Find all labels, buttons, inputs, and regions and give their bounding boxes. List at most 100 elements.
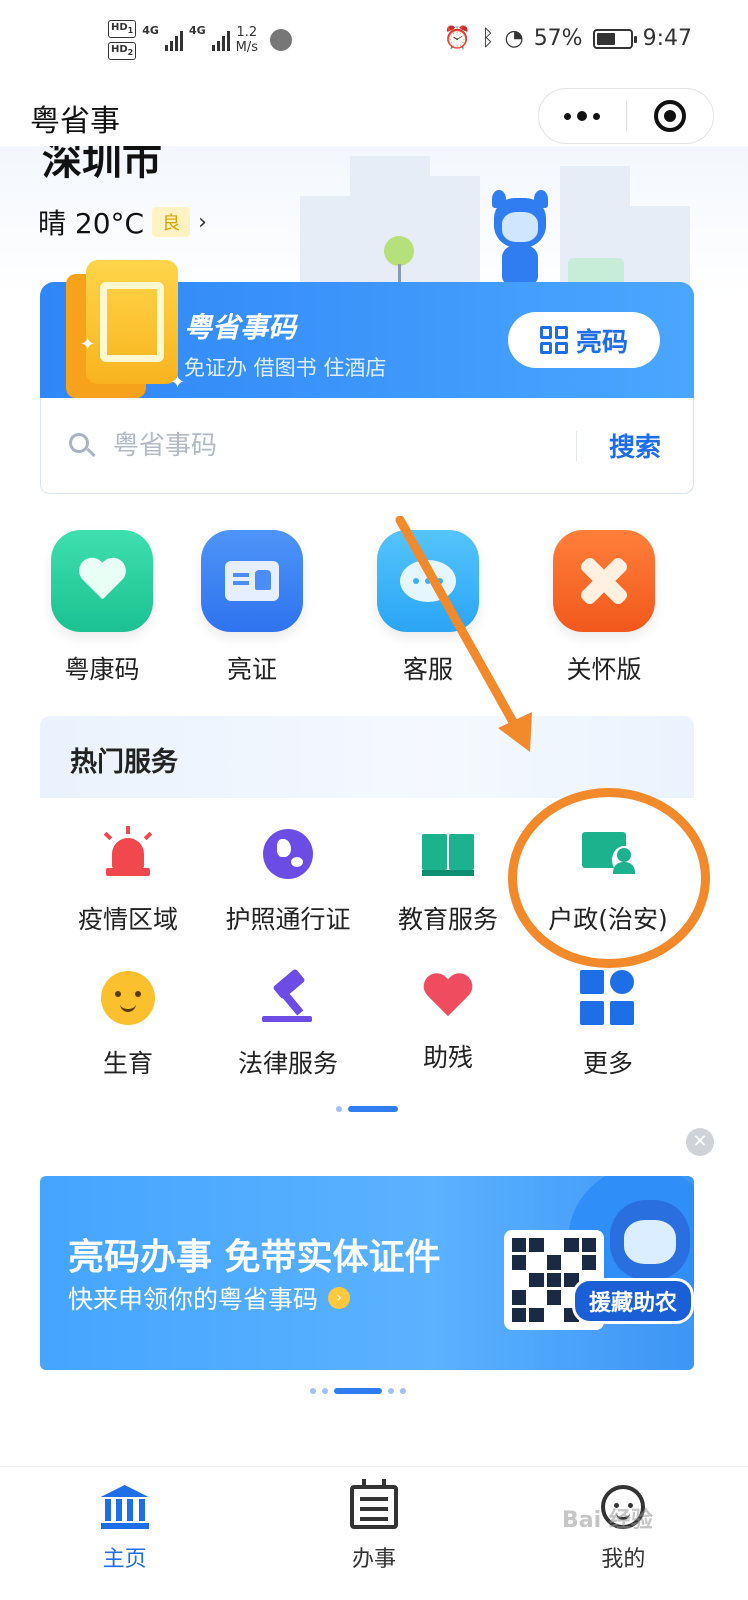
hd2-label: HD	[111, 44, 128, 55]
show-id-tile	[201, 530, 303, 632]
hd2-indicator: HD2	[108, 42, 137, 60]
service-label: 疫情区域	[77, 905, 178, 934]
hd1-indicator: HD1	[108, 20, 137, 38]
signal-icon	[164, 29, 183, 51]
code-card-subtitle: 免证办 借图书 住酒店	[184, 356, 387, 380]
banner-title: 亮码办事 免带实体证件	[68, 1237, 441, 1278]
hd2-sub: 2	[127, 48, 134, 57]
speed-unit: M/s	[235, 40, 258, 55]
globe-icon	[263, 829, 313, 879]
code-card-title: 粤省事码	[184, 311, 297, 344]
service-education[interactable]: 教育服务	[368, 826, 528, 936]
quick-action-care-mode[interactable]: 关怀版	[516, 530, 692, 686]
quick-action-customer-service[interactable]: 客服	[340, 530, 516, 686]
target-icon	[653, 100, 686, 132]
chat-bubble-icon	[400, 560, 456, 602]
service-label: 护照通行证	[225, 905, 351, 934]
service-disability-aid[interactable]: 助残	[368, 970, 528, 1080]
search-bar: 搜索	[40, 398, 694, 494]
service-household-security[interactable]: 户政(治安)	[528, 826, 688, 936]
health-code-tile	[51, 530, 153, 632]
quick-actions: 粤康码 亮证 客服 关怀版	[40, 530, 708, 686]
voice-icon	[270, 29, 292, 51]
hd1-label: HD	[111, 22, 128, 33]
signal-icon-2	[211, 29, 230, 51]
hot-services-header: 热门服务	[40, 716, 694, 798]
more-grid-icon	[580, 970, 636, 1026]
quick-action-label: 粤康码	[64, 655, 140, 684]
close-miniprogram-button[interactable]	[627, 89, 714, 143]
network-type-2: 4G	[188, 24, 206, 37]
heart-icon	[421, 970, 475, 1020]
banner-tag: 援藏助农	[572, 1278, 694, 1324]
search-icon	[69, 432, 96, 459]
chevron-right-icon: ›	[198, 209, 207, 235]
hot-services-title: 热门服务	[70, 747, 178, 778]
tree-trunk	[398, 264, 401, 284]
battery-icon	[592, 28, 637, 49]
calendar-icon	[349, 1479, 398, 1529]
id-card-icon	[225, 561, 279, 601]
service-childbirth[interactable]: 生育	[48, 970, 208, 1080]
search-button[interactable]: 搜索	[577, 427, 693, 464]
speedometer-icon: ◔	[504, 26, 524, 51]
tab-label: 办事	[351, 1547, 396, 1572]
banner-subtitle: 快来申领你的粤省事码	[68, 1285, 319, 1314]
more-dots-icon	[564, 111, 601, 121]
service-legal[interactable]: 法律服务	[208, 968, 368, 1080]
mascot-illustration	[490, 190, 550, 286]
show-code-label: 亮码	[575, 327, 628, 358]
hot-services-panel: 热门服务 疫情区域 护照通行证 教育服务 户政(治安) 生育 法律服务 助残 更…	[40, 716, 694, 1140]
network-type-1: 4G	[142, 24, 159, 37]
banner-pager	[310, 1388, 406, 1394]
weather-text: 晴 20°C	[38, 207, 145, 240]
quick-action-show-id[interactable]: 亮证	[164, 530, 340, 686]
alarm-icon	[100, 826, 156, 882]
battery-fill	[596, 32, 615, 45]
qr-code-icon	[539, 326, 568, 354]
search-input[interactable]	[113, 430, 576, 461]
city-name: 深圳市	[42, 146, 162, 184]
quick-action-health-code[interactable]: 粤康码	[40, 530, 164, 686]
service-label: 户政(治安)	[548, 905, 668, 934]
code-logo-icon: ✦ ✦	[66, 260, 186, 398]
status-bar: HD1 HD2 4G 4G 1.2 M/s ⏰ ᛒ ◔ 57% 9:47	[0, 0, 748, 86]
hd-indicators: HD1 HD2	[108, 20, 137, 60]
alarm-clock-icon: ⏰	[443, 26, 472, 51]
watermark: Bai 经验	[562, 1508, 653, 1533]
miniprogram-capsule	[538, 88, 714, 144]
services-pager	[336, 1106, 398, 1112]
bluetooth-icon: ᛒ	[481, 26, 495, 51]
banner-mascot	[610, 1200, 690, 1280]
status-left: HD1 HD2 4G 4G 1.2 M/s	[108, 20, 292, 60]
clock: 9:47	[642, 26, 692, 51]
show-code-button[interactable]: 亮码	[508, 312, 660, 368]
tab-services[interactable]: 办事	[249, 1467, 498, 1600]
tree-icon	[384, 236, 414, 266]
care-mode-tile	[553, 530, 655, 632]
quick-action-label: 客服	[402, 655, 453, 684]
heart-plus-icon	[77, 559, 127, 603]
title-bar: 粤省事	[0, 86, 748, 146]
household-icon	[580, 826, 636, 882]
quick-action-label: 亮证	[226, 655, 277, 684]
weather-link[interactable]: 晴 20°C 良 ›	[38, 202, 207, 242]
tab-home[interactable]: 主页	[0, 1467, 249, 1600]
city-illustration-3	[430, 176, 480, 296]
services-grid: 疫情区域 护照通行证 教育服务 户政(治安) 生育 法律服务 助残 更多	[48, 826, 688, 1080]
service-label: 教育服务	[397, 905, 498, 934]
care-ribbon-icon	[576, 553, 632, 609]
province-code-card[interactable]: ✦ ✦ 粤省事码 免证办 借图书 住酒店 亮码	[40, 260, 694, 398]
book-icon	[420, 826, 476, 882]
service-epidemic-area[interactable]: 疫情区域	[48, 826, 208, 936]
arrow-right-icon: ›	[328, 1287, 351, 1309]
tab-label: 主页	[102, 1547, 147, 1572]
service-more[interactable]: 更多	[528, 970, 688, 1080]
gavel-icon	[260, 968, 316, 1026]
close-banner-button[interactable]: ✕	[686, 1128, 714, 1156]
city-illustration-2	[350, 156, 430, 296]
service-passport[interactable]: 护照通行证	[208, 826, 368, 936]
promo-banner[interactable]: 亮码办事 免带实体证件 快来申领你的粤省事码 › 援藏助农	[40, 1176, 694, 1370]
hd1-sub: 1	[127, 26, 134, 35]
more-menu-button[interactable]	[539, 89, 626, 143]
